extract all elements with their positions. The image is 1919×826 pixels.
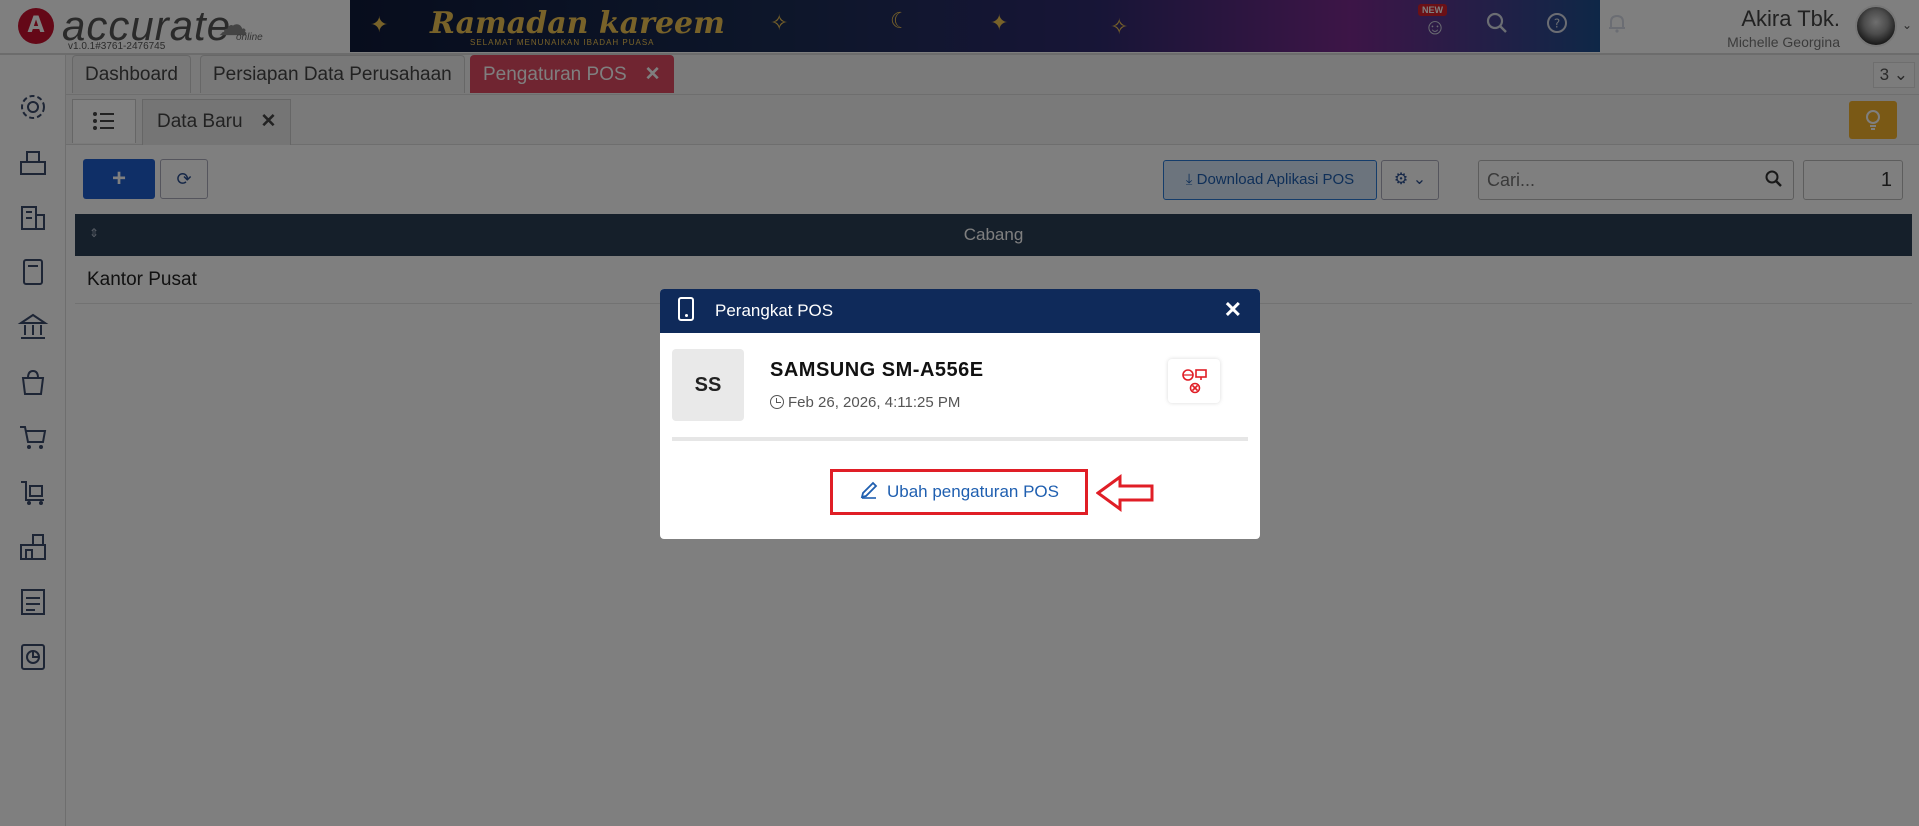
edit-pos-settings-button[interactable]: Ubah pengaturan POS <box>830 469 1088 515</box>
network-disconnected-icon <box>1182 369 1207 394</box>
device-card[interactable]: SS SAMSUNG SM-A556E Feb 26, 2026, 4:11:2… <box>672 349 1248 435</box>
device-status-button[interactable] <box>1168 359 1220 403</box>
mobile-device-icon <box>678 297 694 321</box>
arrow-left-icon <box>1096 474 1154 512</box>
close-icon[interactable]: ✕ <box>1224 297 1242 323</box>
pos-device-dialog: Perangkat POS ✕ SS SAMSUNG SM-A556E Feb … <box>660 289 1260 539</box>
device-name: SAMSUNG SM-A556E <box>770 359 984 381</box>
edit-pos-settings-label: Ubah pengaturan POS <box>886 482 1059 501</box>
dialog-title: Perangkat POS <box>715 301 834 320</box>
device-last-sync: Feb 26, 2026, 4:11:25 PM <box>770 393 960 411</box>
device-time-text: Feb 26, 2026, 4:11:25 PM <box>788 394 961 411</box>
device-avatar: SS <box>672 349 744 421</box>
dialog-header: Perangkat POS ✕ <box>660 289 1260 333</box>
pencil-icon <box>859 472 879 512</box>
divider <box>672 437 1248 441</box>
clock-icon <box>770 395 784 409</box>
